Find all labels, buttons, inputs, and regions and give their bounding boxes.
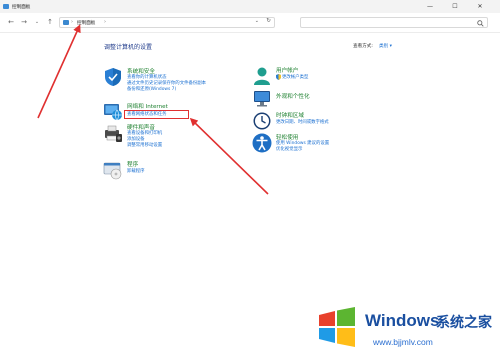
watermark: Windows 系统之家 www.bjjmlv.com — [315, 303, 500, 353]
search-icon — [477, 19, 484, 27]
maximize-button[interactable]: ☐ — [445, 0, 465, 13]
printer-icon — [105, 125, 122, 142]
recent-locations-button[interactable]: ⌄ — [32, 17, 42, 27]
annotation-arrow-address — [37, 24, 81, 119]
category-title[interactable]: 外观和个性化 — [276, 92, 310, 100]
uac-shield-icon — [276, 74, 281, 80]
shield-icon — [105, 68, 121, 86]
watermark-brand: Windows — [365, 311, 440, 330]
link-backup-restore[interactable]: 备份和还原(Windows 7) — [127, 86, 176, 92]
forward-button[interactable]: → — [19, 17, 29, 27]
category-title[interactable]: 网络和 Internet — [127, 102, 168, 110]
watermark-url: www.bjjmlv.com — [373, 337, 433, 347]
breadcrumb-control-panel[interactable]: 控制面板 — [77, 20, 95, 26]
minimize-button[interactable]: — — [420, 0, 440, 13]
link-date-time-format[interactable]: 更改日期、时间或数字格式 — [276, 119, 329, 125]
accessibility-icon — [252, 133, 272, 153]
category-user-accounts: 用户帐户 更改帐户类型 — [252, 66, 382, 86]
navigation-bar: ← → ⌄ ↑ › 控制面板 › ⌄ ↻ — [0, 13, 500, 33]
search-input[interactable] — [300, 17, 488, 28]
category-system-security: 系统和安全 查看你的计算机状态 通过文件历史记录保存你的文件备份副本 备份和还原… — [103, 67, 233, 97]
category-title[interactable]: 用户帐户 — [276, 66, 298, 74]
chevron-right-icon[interactable]: › — [104, 19, 106, 25]
address-bar[interactable]: › 控制面板 › ⌄ ↻ — [59, 17, 275, 28]
link-change-account-type[interactable]: 更改帐户类型 — [282, 74, 308, 80]
category-title[interactable]: 程序 — [127, 160, 138, 168]
chevron-down-icon[interactable]: ⌄ — [255, 18, 259, 24]
windows-logo-icon — [319, 307, 355, 347]
page-title: 调整计算机的设置 — [104, 44, 153, 51]
control-panel-icon — [63, 20, 69, 25]
category-programs: 程序 卸载程序 — [103, 160, 233, 180]
close-button[interactable]: ✕ — [470, 0, 490, 13]
up-button[interactable]: ↑ — [45, 17, 55, 27]
clock-icon — [253, 112, 271, 130]
view-by-label: 查看方式: — [353, 44, 373, 49]
appearance-icon — [254, 91, 270, 107]
back-button[interactable]: ← — [6, 17, 16, 27]
category-clock-region: 时钟和区域 更改日期、时间或数字格式 — [252, 111, 382, 131]
link-mobility-settings[interactable]: 调整常用移动设置 — [127, 142, 162, 148]
refresh-button[interactable]: ↻ — [266, 18, 271, 24]
title-bar: 控制面板 — ☐ ✕ — [0, 0, 500, 13]
view-by-dropdown[interactable]: 类别 ▾ — [379, 43, 392, 49]
programs-icon — [103, 162, 122, 180]
link-optimize-visual-display[interactable]: 优化视觉显示 — [276, 146, 302, 152]
annotation-highlight-box — [124, 110, 189, 119]
window-title: 控制面板 — [12, 4, 31, 10]
link-uninstall-program[interactable]: 卸载程序 — [127, 168, 145, 174]
control-panel-window: 控制面板 — ☐ ✕ ← → ⌄ ↑ › 控制面板 › ⌄ ↻ 调整计算机的设置… — [0, 0, 500, 353]
network-icon — [104, 104, 122, 121]
annotation-arrows — [37, 24, 269, 195]
category-ease-of-access: 轻松使用 使用 Windows 建议的设置 优化视觉显示 — [252, 133, 382, 158]
category-appearance: 外观和个性化 — [252, 88, 382, 108]
user-icon — [254, 67, 270, 85]
control-panel-icon — [3, 4, 9, 9]
chevron-right-icon: › — [71, 19, 73, 25]
category-hardware-sound: 硬件和声音 查看设备和打印机 添加设备 调整常用移动设置 — [103, 123, 233, 153]
watermark-chinese: 系统之家 — [436, 315, 492, 331]
